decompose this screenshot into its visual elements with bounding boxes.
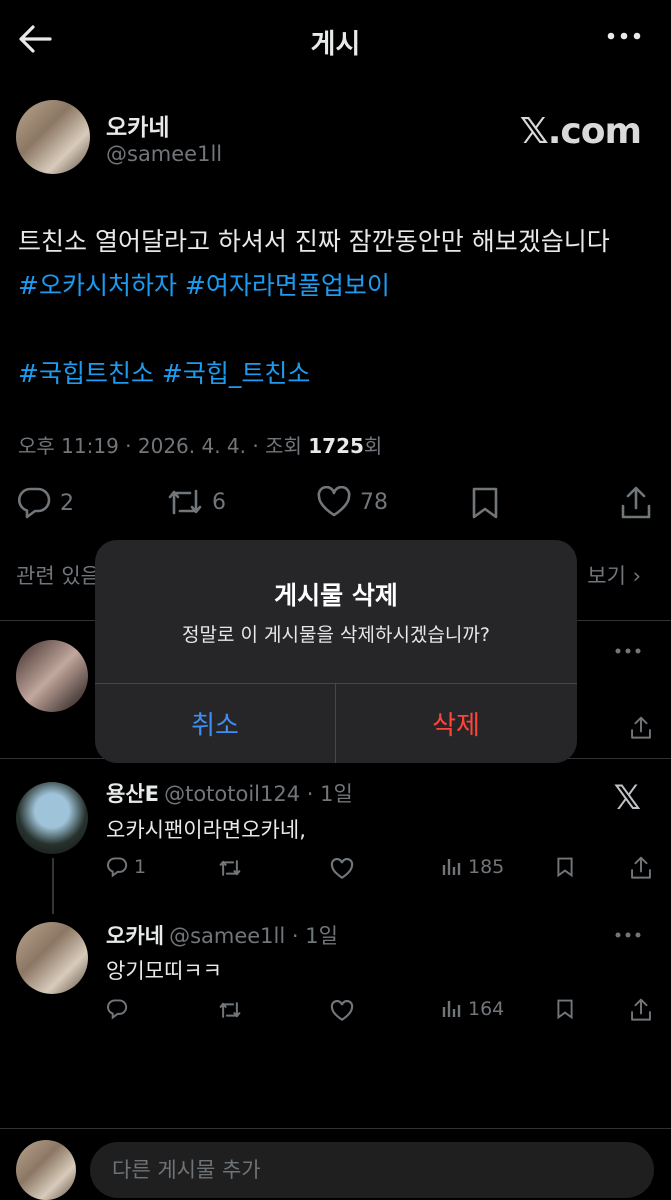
like-button[interactable] xyxy=(330,1000,354,1022)
reply-text: 오카시팬이라면오카네, xyxy=(106,818,306,842)
reply-icon xyxy=(107,857,128,878)
hashtag-link[interactable]: #오카시처하자 xyxy=(18,271,177,300)
divider xyxy=(0,1128,671,1129)
reply-header: 오카네 @samee1ll · 1일 xyxy=(106,920,338,950)
reply-author-handle[interactable]: @samee1ll · 1일 xyxy=(169,924,338,948)
hashtag-link[interactable]: #여자라면풀업보이 xyxy=(185,271,390,300)
add-post-field[interactable] xyxy=(90,1142,654,1198)
post-timestamp: 오후 11:19 · 2026. 4. 4. · 조회 xyxy=(18,434,309,458)
post-meta: 오후 11:19 · 2026. 4. 4. · 조회 1725회 xyxy=(18,430,382,459)
heart-icon xyxy=(330,858,354,879)
dialog-message: 정말로 이 게시물을 삭제하시겠습니까? xyxy=(182,624,490,646)
add-post-input[interactable] xyxy=(90,1142,654,1198)
reply-count: 2 xyxy=(60,490,74,516)
hashtag-link[interactable]: #국힙_트친소 xyxy=(162,359,310,388)
reply-icon xyxy=(107,999,128,1020)
author-name[interactable]: 오카네 xyxy=(106,108,169,142)
view-suffix: 회 xyxy=(363,434,383,458)
repost-button[interactable] xyxy=(218,858,242,878)
views-button[interactable]: 185 xyxy=(442,856,504,878)
reply-button[interactable]: 1 xyxy=(106,856,146,878)
share-button[interactable] xyxy=(630,856,652,880)
hashtag-link[interactable]: #국힙트친소 xyxy=(18,359,154,388)
view-more-link[interactable]: 보기 › xyxy=(587,560,641,590)
reply-button[interactable]: 2 xyxy=(16,486,74,520)
x-logo-icon: 𝕏 xyxy=(613,778,641,818)
avatar[interactable] xyxy=(16,640,88,712)
reply-icon xyxy=(18,487,51,519)
view-count: 164 xyxy=(468,998,505,1020)
views-button[interactable]: 164 xyxy=(442,998,504,1020)
analytics-icon xyxy=(442,1001,461,1017)
bookmark-button[interactable] xyxy=(470,486,500,520)
avatar[interactable] xyxy=(16,922,88,994)
avatar xyxy=(16,1140,76,1200)
more-options-button[interactable] xyxy=(615,648,641,654)
reply-author-name[interactable]: 오카네 xyxy=(106,924,164,948)
related-label[interactable]: 관련 있음 xyxy=(16,560,100,590)
page-title: 게시 xyxy=(310,29,361,60)
reply-author-name[interactable]: 용산E xyxy=(106,782,159,806)
more-horizontal-icon xyxy=(615,932,641,938)
post-text-line: 트친소 열어달라고 하셔서 진짜 잠깐동안만 해보겠습니다 xyxy=(18,227,610,256)
like-button[interactable] xyxy=(330,858,354,880)
delete-button[interactable]: 삭제 xyxy=(336,683,576,763)
more-horizontal-icon xyxy=(607,32,641,40)
delete-confirm-dialog: 게시물 삭제 정말로 이 게시물을 삭제하시겠습니까? 취소 삭제 xyxy=(95,540,577,763)
post-text: 트친소 열어달라고 하셔서 진짜 잠깐동안만 해보겠습니다 #오카시처하자 #여… xyxy=(18,220,658,396)
repost-icon xyxy=(219,1002,241,1018)
heart-icon xyxy=(317,486,351,517)
reply-button[interactable] xyxy=(106,998,128,1020)
share-icon xyxy=(631,998,651,1021)
avatar[interactable] xyxy=(16,782,88,854)
dialog-title: 게시물 삭제 xyxy=(274,581,398,610)
reply-author-handle[interactable]: @tototoil124 · 1일 xyxy=(164,782,353,806)
share-icon xyxy=(631,716,651,739)
like-count: 78 xyxy=(360,489,388,515)
view-count: 1725 xyxy=(308,434,364,458)
bookmark-icon xyxy=(557,857,573,878)
like-button[interactable]: 78 xyxy=(316,486,388,518)
thread-line xyxy=(52,858,54,914)
cancel-button[interactable]: 취소 xyxy=(95,683,335,763)
more-options-button[interactable] xyxy=(615,932,641,938)
author-handle[interactable]: @samee1ll xyxy=(106,142,222,166)
more-horizontal-icon xyxy=(615,648,641,654)
share-button[interactable] xyxy=(620,486,652,520)
reply-header: 용산E @tototoil124 · 1일 xyxy=(106,778,353,808)
share-button[interactable] xyxy=(630,716,652,740)
share-button[interactable] xyxy=(630,998,652,1022)
analytics-icon xyxy=(442,859,461,875)
reply-count: 1 xyxy=(134,856,147,878)
reply-text: 앙기모띠ㅋㅋ xyxy=(106,959,222,983)
repost-icon xyxy=(219,860,241,876)
bookmark-button[interactable] xyxy=(556,856,574,878)
bookmark-icon xyxy=(557,999,573,1020)
chevron-right-icon: › xyxy=(632,564,641,588)
share-icon xyxy=(621,486,651,519)
repost-button[interactable]: 6 xyxy=(166,486,226,518)
bookmark-button[interactable] xyxy=(556,998,574,1020)
view-count: 185 xyxy=(468,856,505,878)
view-more-label: 보기 xyxy=(587,564,626,588)
bookmark-icon xyxy=(472,487,498,519)
share-icon xyxy=(631,856,651,879)
repost-count: 6 xyxy=(212,489,226,515)
repost-button[interactable] xyxy=(218,1000,242,1020)
more-options-button[interactable] xyxy=(607,32,641,40)
repost-icon xyxy=(168,489,202,515)
avatar[interactable] xyxy=(16,100,90,174)
heart-icon xyxy=(330,1000,354,1021)
x-watermark: 𝕏.com xyxy=(519,111,642,152)
